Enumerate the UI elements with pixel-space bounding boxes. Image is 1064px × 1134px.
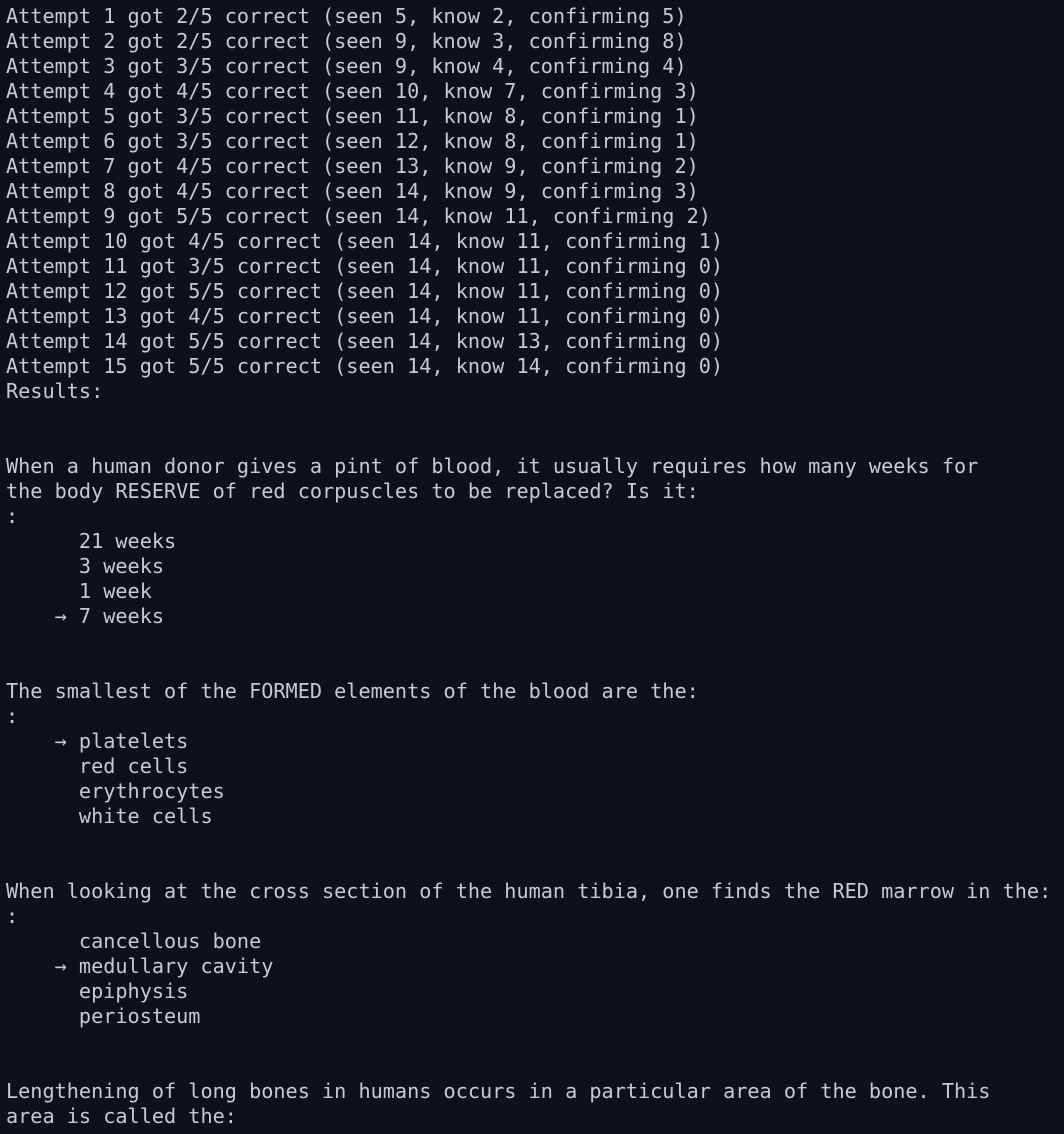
answer-option[interactable]: cancellous bone bbox=[6, 929, 1064, 954]
attempt-result-line: Attempt 5 got 3/5 correct (seen 11, know… bbox=[6, 104, 699, 128]
answer-option[interactable]: → medullary cavity bbox=[6, 954, 1064, 979]
attempt-result-line: Attempt 4 got 4/5 correct (seen 10, know… bbox=[6, 79, 699, 103]
attempt-result-line: Attempt 10 got 4/5 correct (seen 14, kno… bbox=[6, 229, 724, 253]
attempt-result-line: Attempt 6 got 3/5 correct (seen 12, know… bbox=[6, 129, 699, 153]
question-prompt-line: The smallest of the FORMED elements of t… bbox=[6, 679, 699, 703]
answer-option[interactable]: periosteum bbox=[6, 1004, 1064, 1029]
attempt-result-line: Attempt 15 got 5/5 correct (seen 14, kno… bbox=[6, 354, 724, 378]
question-prompt-line: the body RESERVE of red corpuscles to be… bbox=[6, 479, 699, 503]
attempt-result-line: Attempt 13 got 4/5 correct (seen 14, kno… bbox=[6, 304, 724, 328]
answer-option[interactable]: 1 week bbox=[6, 579, 1064, 604]
attempt-result-line: Attempt 2 got 2/5 correct (seen 9, know … bbox=[6, 29, 687, 53]
terminal-output: Attempt 1 got 2/5 correct (seen 5, know … bbox=[0, 0, 1064, 1129]
answer-option[interactable]: erythrocytes bbox=[6, 779, 1064, 804]
question-colon-line: : bbox=[6, 904, 19, 928]
attempt-result-line: Attempt 7 got 4/5 correct (seen 13, know… bbox=[6, 154, 699, 178]
question-prompt-line: area is called the: bbox=[6, 1104, 237, 1128]
question-colon-line: : bbox=[6, 504, 19, 528]
results-label: Results: bbox=[6, 379, 104, 403]
attempt-result-line: Attempt 3 got 3/5 correct (seen 9, know … bbox=[6, 54, 687, 78]
question-prompt-line: When looking at the cross section of the… bbox=[6, 879, 1052, 903]
answer-option[interactable]: white cells bbox=[6, 804, 1064, 829]
attempt-result-line: Attempt 9 got 5/5 correct (seen 14, know… bbox=[6, 204, 711, 228]
attempt-result-line: Attempt 1 got 2/5 correct (seen 5, know … bbox=[6, 4, 687, 28]
answer-option[interactable]: → 7 weeks bbox=[6, 604, 1064, 629]
answer-option[interactable]: epiphysis bbox=[6, 979, 1064, 1004]
answer-option[interactable]: → platelets bbox=[6, 729, 1064, 754]
question-prompt-line: Lengthening of long bones in humans occu… bbox=[6, 1079, 991, 1103]
answer-option[interactable]: 21 weeks bbox=[6, 529, 1064, 554]
question-prompt-line: When a human donor gives a pint of blood… bbox=[6, 454, 979, 478]
attempt-result-line: Attempt 14 got 5/5 correct (seen 14, kno… bbox=[6, 329, 724, 353]
answer-option[interactable]: red cells bbox=[6, 754, 1064, 779]
question-colon-line: : bbox=[6, 704, 19, 728]
attempt-result-line: Attempt 8 got 4/5 correct (seen 14, know… bbox=[6, 179, 699, 203]
answer-option[interactable]: 3 weeks bbox=[6, 554, 1064, 579]
attempt-result-line: Attempt 12 got 5/5 correct (seen 14, kno… bbox=[6, 279, 724, 303]
attempt-result-line: Attempt 11 got 3/5 correct (seen 14, kno… bbox=[6, 254, 724, 278]
